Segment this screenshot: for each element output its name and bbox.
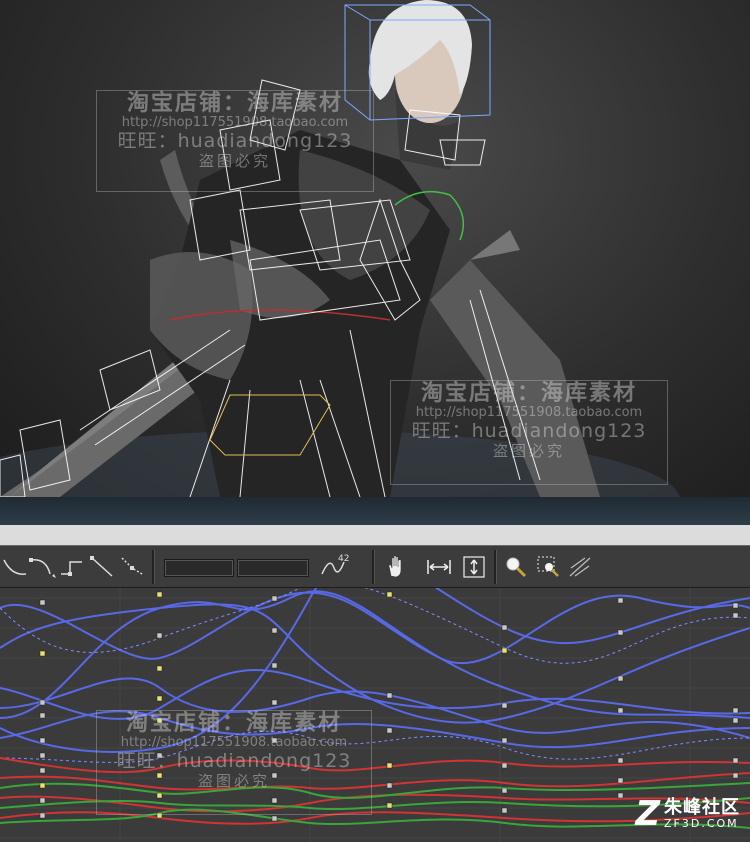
curve-editor-toolbar: 42 [0, 545, 750, 588]
hand-pan-icon[interactable] [382, 552, 410, 582]
ease-value-label: 42 [338, 554, 350, 564]
curve-ease-icon[interactable]: 42 [318, 552, 352, 582]
toolbar-separator [494, 550, 497, 584]
watermark-top: 淘宝店铺：海库素材 http://shop117551908.taobao.co… [96, 90, 374, 192]
logo-name: 朱峰社区 [664, 796, 740, 818]
curve-step-icon[interactable] [58, 552, 88, 582]
toolbar-separator [372, 550, 375, 584]
zoom-icon[interactable] [502, 552, 532, 582]
zoom-vertical-icon[interactable] [460, 552, 490, 582]
zoom-horizontal-icon[interactable] [424, 552, 454, 582]
curve-smooth-icon[interactable] [2, 552, 28, 582]
key-value-field-1[interactable] [164, 559, 234, 577]
watermark-middle: 淘宝店铺：海库素材 http://shop117551908.taobao.co… [390, 380, 668, 485]
toolbar-separator [152, 550, 155, 584]
curve-fast-icon[interactable] [118, 552, 148, 582]
zoom-region-icon[interactable] [534, 552, 564, 582]
viewport-bottom-strip [0, 497, 750, 525]
curve-linear-icon[interactable] [88, 552, 118, 582]
watermark-bottom: 淘宝店铺：海库素材 http://shop117551908.taobao.co… [96, 710, 372, 815]
normalize-icon[interactable] [566, 552, 594, 582]
panel-divider [0, 525, 750, 545]
key-value-field-2[interactable] [237, 559, 309, 577]
logo-domain: ZF3D.COM [664, 816, 739, 830]
3d-viewport[interactable]: 淘宝店铺：海库素材 http://shop117551908.taobao.co… [0, 0, 750, 497]
curve-editor-graph[interactable]: 淘宝店铺：海库素材 http://shop117551908.taobao.co… [0, 588, 750, 842]
logo-mark: Z [635, 794, 660, 834]
zf3d-logo: Z 朱峰社区 ZF3D.COM [635, 794, 740, 834]
curve-bezier-icon[interactable] [28, 552, 58, 582]
